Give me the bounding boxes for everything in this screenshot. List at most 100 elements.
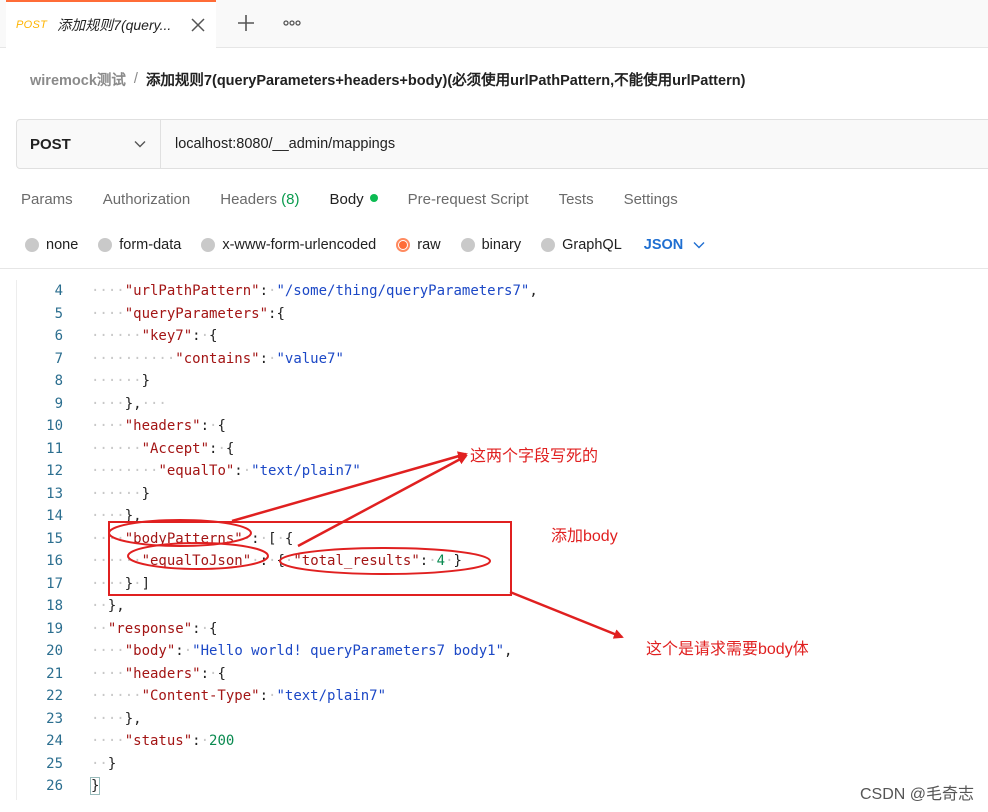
code-line: 15 ····"bodyPatterns"·:·[·{	[17, 528, 977, 550]
radio-label: raw	[417, 237, 441, 253]
line-number: 7	[54, 350, 63, 367]
code-line: 18 ··},	[17, 595, 977, 617]
raw-format-label: JSON	[643, 237, 684, 253]
code-line: 16 ······"equalToJson"·:·{·"total_results…	[17, 550, 977, 572]
tab-settings[interactable]: Settings	[624, 191, 678, 208]
divider	[0, 268, 988, 269]
raw-format-select[interactable]: JSON	[644, 237, 706, 253]
radio-graphql[interactable]: GraphQL	[541, 237, 622, 253]
code-line: 9 ····},···	[17, 393, 977, 415]
tab-method-badge: POST	[16, 19, 48, 31]
close-icon[interactable]	[190, 17, 206, 33]
code-line: 23 ····},	[17, 708, 977, 730]
radio-circle	[201, 238, 216, 252]
breadcrumb-collection[interactable]: wiremock测试	[30, 69, 126, 90]
radio-form-data[interactable]: form-data	[98, 237, 181, 253]
json-value: 4	[436, 553, 446, 569]
breadcrumb: wiremock测试 / 添加规则7(queryParameters+heade…	[30, 68, 745, 90]
code-line: 7 ··········"contains":·"value7"	[17, 348, 977, 370]
chevron-down-icon	[693, 242, 705, 249]
line-number: 24	[46, 733, 63, 749]
radio-binary[interactable]: binary	[460, 237, 522, 253]
line-number: 14	[46, 508, 63, 524]
json-key: "total_results"	[293, 553, 420, 569]
radio-none[interactable]: none	[25, 237, 78, 253]
line-number: 4	[54, 283, 63, 299]
code-line: 25 ··}	[17, 753, 977, 775]
code-line: 24 ····"status":·200	[17, 730, 977, 752]
line-number: 15	[46, 530, 63, 547]
json-key: "body"	[124, 643, 176, 659]
radio-label: binary	[481, 237, 522, 253]
tab-body[interactable]: Body	[329, 190, 378, 208]
line-number: 22	[46, 688, 63, 704]
json-value: "Hello world! queryParameters7 body1"	[192, 643, 505, 659]
code-line: 21 ····"headers":·{	[17, 663, 977, 685]
line-number: 18	[46, 598, 63, 614]
json-key: "key7"	[141, 328, 193, 344]
method-select[interactable]: POST	[17, 120, 161, 168]
json-key: "equalTo"	[158, 463, 235, 479]
code-line: 14 ····},	[17, 505, 977, 527]
tab-params[interactable]: Params	[21, 191, 73, 208]
line-number: 16	[46, 553, 63, 569]
radio-x-www-form-urlencoded[interactable]: x-www-form-urlencoded	[201, 237, 376, 253]
tab-headers[interactable]: Headers (8)	[220, 191, 299, 208]
tab-pre-request-script[interactable]: Pre-request Script	[408, 191, 529, 208]
json-key: "bodyPatterns"	[124, 530, 243, 547]
request-name[interactable]: 添加规则7(queryParameters+headers+body)(必须使用…	[146, 69, 745, 90]
radio-circle	[98, 238, 113, 252]
more-options-icon[interactable]	[282, 14, 302, 32]
request-tabs: Params Authorization Headers (8) Body Pr…	[21, 187, 708, 211]
json-key: "status"	[124, 733, 193, 749]
radio-raw[interactable]: raw	[396, 237, 441, 253]
annotation-note-request-body: 这个是请求需要body体	[646, 641, 809, 658]
line-number: 13	[46, 485, 63, 502]
body-active-dot	[369, 193, 378, 202]
line-number: 10	[46, 418, 63, 434]
line-number: 23	[46, 710, 63, 727]
code-line: 6 ······"key7":·{	[17, 325, 977, 347]
code-line: 22 ······"Content-Type":·"text/plain7"	[17, 685, 977, 707]
annotation-note-fixed-fields: 这两个字段写死的	[470, 448, 599, 465]
code-editor[interactable]: 4 ····"urlPathPattern":·"/some/thing/quer…	[16, 280, 988, 800]
line-number: 21	[46, 665, 63, 682]
json-key: "headers"	[124, 665, 201, 682]
new-tab-plus-icon[interactable]	[236, 13, 256, 33]
code-line: 17 ····}·]	[17, 573, 977, 595]
tab-tests[interactable]: Tests	[559, 191, 594, 208]
json-value: "text/plain7"	[276, 688, 387, 704]
line-number: 9	[54, 395, 63, 412]
json-key: "equalToJson"	[141, 553, 252, 569]
json-value: "text/plain7"	[251, 463, 361, 479]
line-number: 17	[46, 575, 63, 592]
breadcrumb-separator: /	[133, 71, 138, 87]
tab-authorization[interactable]: Authorization	[103, 191, 191, 208]
radio-circle	[541, 238, 556, 252]
tab-bar: POST 添加规则7(query...	[0, 0, 988, 48]
chevron-down-icon	[134, 141, 146, 148]
radio-label: GraphQL	[562, 237, 622, 253]
json-value: "/some/thing/queryParameters7"	[276, 283, 530, 299]
line-number: 20	[46, 643, 63, 659]
radio-circle	[25, 238, 39, 252]
json-key: "response"	[107, 620, 193, 637]
request-url-bar: POST localhost:8080/__admin/mappings	[16, 119, 988, 169]
json-key: "Accept"	[141, 440, 210, 457]
url-input[interactable]: localhost:8080/__admin/mappings	[161, 120, 395, 168]
json-key: "queryParameters"	[124, 305, 269, 322]
request-tab-active[interactable]: POST 添加规则7(query...	[6, 0, 216, 48]
json-key: "contains"	[175, 350, 260, 367]
radio-label: none	[46, 237, 79, 253]
json-key: "urlPathPattern"	[124, 283, 260, 299]
code-line: 20 ····"body":·"Hello world! queryParamet…	[17, 640, 977, 662]
radio-circle-selected	[396, 238, 411, 252]
line-number: 5	[54, 305, 63, 322]
code-line: 10 ····"headers":·{	[17, 415, 977, 437]
radio-label: x-www-form-urlencoded	[222, 237, 377, 253]
tab-body-label: Body	[329, 190, 364, 208]
code-line: 13 ······}	[17, 483, 977, 505]
code-line: 26}	[17, 775, 977, 797]
line-number: 19	[46, 620, 63, 637]
json-value: 200	[209, 733, 235, 749]
